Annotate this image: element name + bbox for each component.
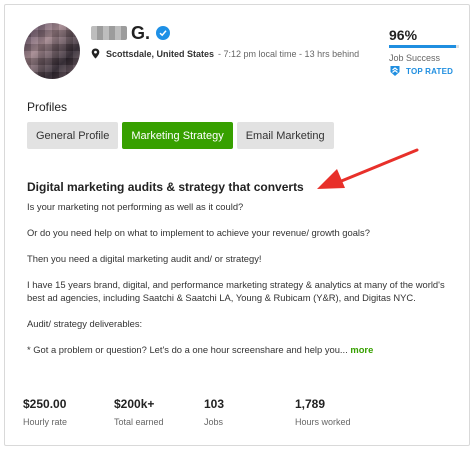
description-paragraph: Then you need a digital marketing audit …	[27, 253, 262, 264]
stat-label: Total earned	[114, 417, 164, 427]
stat-value: 103	[204, 397, 225, 411]
stat-label: Hourly rate	[23, 417, 68, 427]
job-success-bar	[389, 45, 459, 48]
tab-general-profile[interactable]: General Profile	[27, 122, 119, 149]
description-paragraph: Audit/ strategy deliverables:	[27, 318, 143, 329]
top-rated-badge-icon	[390, 66, 400, 76]
description-paragraph: Or do you need help on what to implement…	[27, 227, 370, 238]
avatar[interactable]	[24, 23, 80, 79]
map-pin-icon	[91, 48, 100, 59]
profile-title: Digital marketing audits & strategy that…	[27, 180, 304, 194]
verified-check-icon	[156, 26, 171, 40]
more-link[interactable]: more	[350, 344, 373, 355]
avatar-pixelation	[24, 23, 80, 79]
freelancer-profile-card: G. Scottsdale, United States - 7:12 pm l…	[4, 4, 470, 446]
job-success-percent: 96%	[389, 27, 418, 43]
profile-description: Is your marketing not performing as well…	[27, 200, 457, 356]
stat-label: Jobs	[204, 417, 224, 427]
stat-hours-worked: 1,789 Hours worked	[295, 397, 351, 427]
name-initial: G.	[131, 22, 151, 43]
job-success-label: Job Success	[389, 53, 441, 63]
stat-hourly-rate: $250.00 Hourly rate	[23, 397, 67, 427]
top-rated-label: TOP RATED	[406, 66, 454, 76]
name-blurred	[91, 26, 127, 40]
description-paragraph: I have 15 years brand, digital, and perf…	[27, 279, 445, 303]
description-paragraph-last: * Got a problem or question? Let's do a …	[27, 343, 457, 356]
top-rated-badge: TOP RATED	[389, 65, 453, 77]
location-row: Scottsdale, United States - 7:12 pm loca…	[91, 48, 359, 59]
stat-label: Hours worked	[295, 417, 351, 427]
profiles-heading: Profiles	[27, 100, 68, 114]
freelancer-name: G.	[91, 22, 171, 44]
stat-jobs: 103 Jobs	[204, 397, 224, 427]
description-teaser: * Got a problem or question? Let's do a …	[27, 344, 348, 355]
stat-value: 1,789	[295, 397, 326, 411]
description-paragraph: Is your marketing not performing as well…	[27, 201, 244, 212]
profile-tabs: General Profile Marketing Strategy Email…	[27, 122, 338, 149]
local-time: - 7:12 pm local time - 13 hrs behind	[218, 48, 360, 59]
stat-value: $200k+	[114, 397, 155, 411]
stat-value: $250.00	[23, 397, 67, 411]
job-success-fill	[389, 45, 457, 48]
red-arrow-icon	[317, 148, 419, 189]
stat-total-earned: $200k+ Total earned	[114, 397, 164, 427]
location-city: Scottsdale, United States	[106, 48, 215, 59]
tab-marketing-strategy[interactable]: Marketing Strategy	[122, 122, 233, 149]
